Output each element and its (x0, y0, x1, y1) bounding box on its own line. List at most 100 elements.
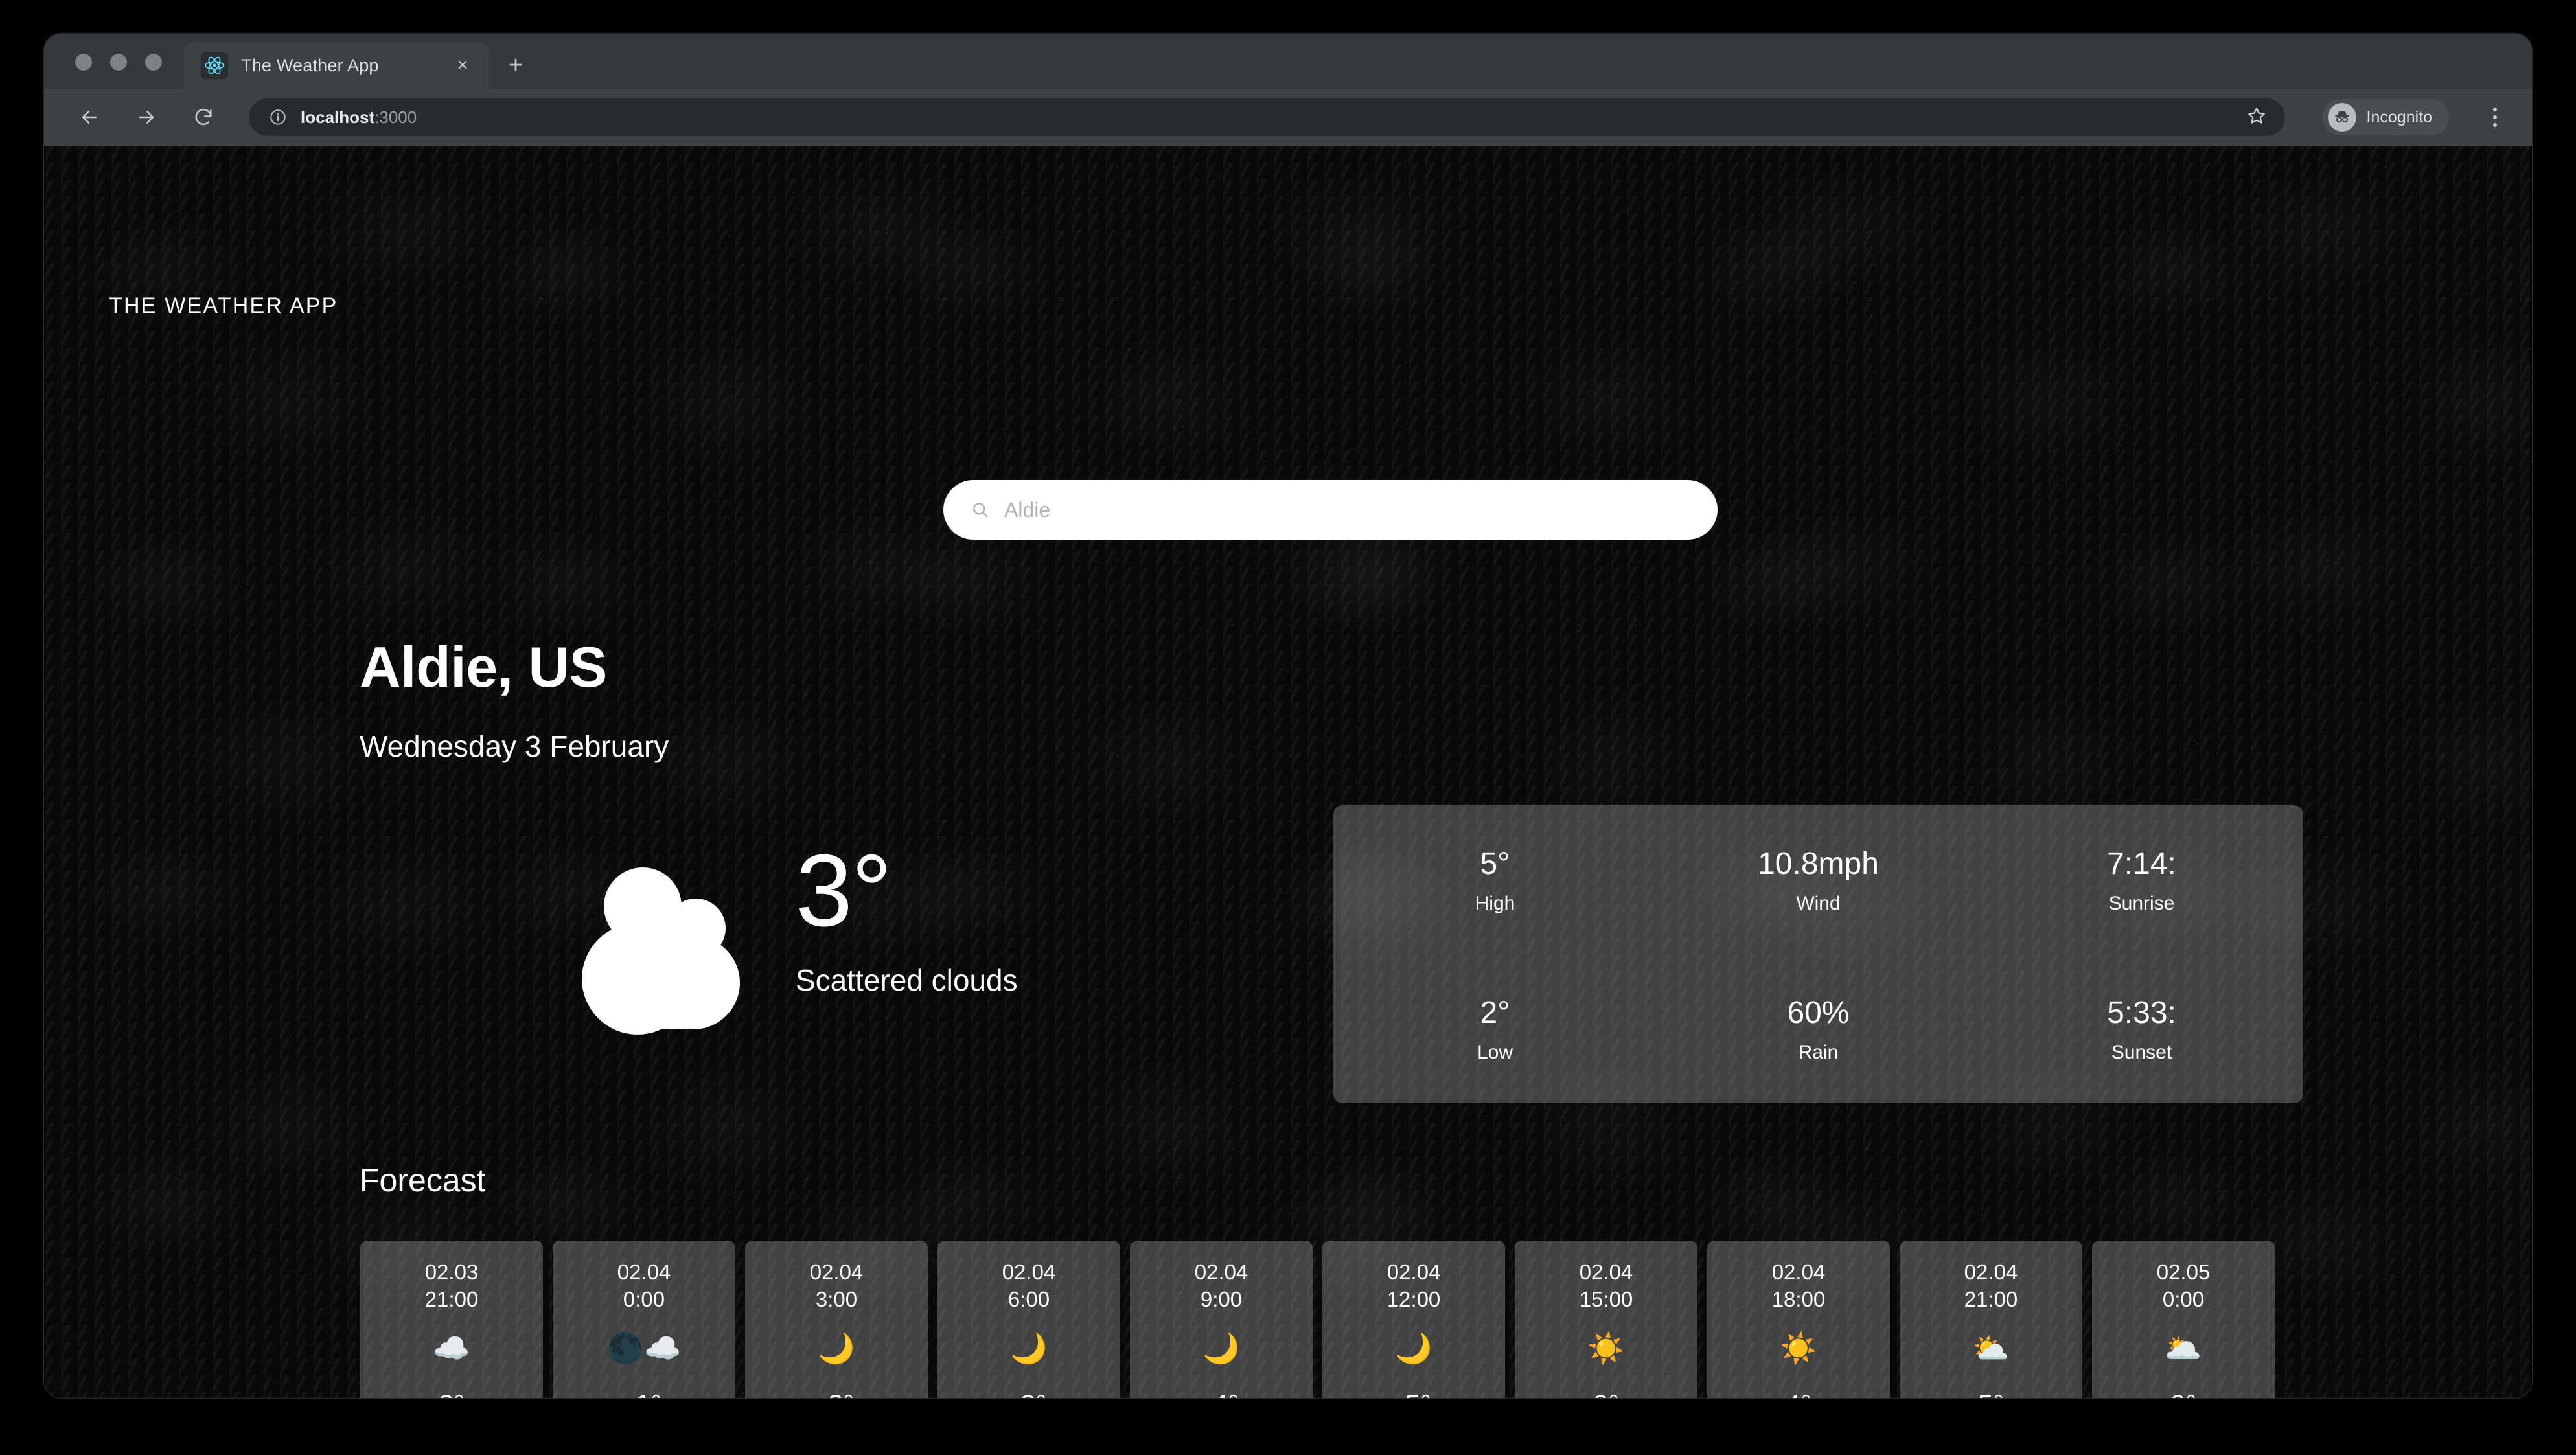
browser-tab[interactable]: The Weather App × (184, 42, 489, 89)
incognito-icon (2327, 103, 2356, 132)
reload-icon[interactable] (187, 100, 220, 134)
react-logo-icon (201, 52, 228, 79)
stat-high: 5° High (1333, 845, 1657, 915)
forecast-card[interactable]: 02.04 15:00 ☀️ 0° (1515, 1241, 1697, 1398)
stat-label: High (1475, 893, 1515, 914)
stat-wind: 10.8mph Wind (1657, 845, 1980, 915)
minimize-window-button[interactable] (110, 54, 127, 71)
forecast-temperature: 5° (1978, 1389, 2004, 1398)
forecast-time: 0:00 (623, 1287, 665, 1312)
search-input[interactable] (1004, 498, 1690, 522)
cloud-icon (575, 865, 757, 1040)
forecast-temperature: 0° (1593, 1389, 1619, 1398)
forward-arrow-icon[interactable] (130, 100, 163, 134)
url-host: localhost (301, 107, 375, 127)
stat-value: 2° (1480, 996, 1510, 1030)
crescent-moon-emoji-icon: 🌙 (818, 1331, 855, 1366)
search-icon (971, 500, 990, 520)
forecast-temperature: -4° (1204, 1389, 1239, 1398)
forecast-date: 02.03 (424, 1260, 479, 1284)
window-traffic-lights (44, 54, 184, 89)
forecast-date: 02.04 (1194, 1260, 1248, 1284)
search-container (943, 480, 1718, 540)
search-box[interactable] (943, 480, 1718, 540)
current-description: Scattered clouds (796, 963, 1018, 998)
star-icon[interactable] (2246, 106, 2267, 130)
forecast-card[interactable]: 02.04 0:00 🌑☁️ -1° (553, 1241, 735, 1398)
forecast-card[interactable]: 02.05 0:00 🌥️ 0° (2092, 1241, 2275, 1398)
forecast-time: 6:00 (1007, 1287, 1050, 1312)
forecast-date: 02.04 (809, 1260, 864, 1284)
forecast-time: 0:00 (2162, 1287, 2205, 1312)
forecast-card[interactable]: 02.04 18:00 ☀️ 4° (1707, 1241, 1890, 1398)
stat-value: 5° (1480, 847, 1510, 881)
stat-value: 7:14: (2107, 847, 2176, 881)
forecast-card[interactable]: 02.04 12:00 🌙 -5° (1322, 1241, 1505, 1398)
address-bar[interactable]: localhost:3000 (249, 98, 2285, 136)
stat-value: 5:33: (2107, 996, 2176, 1030)
forecast-date: 02.04 (617, 1260, 671, 1284)
stat-label: Sunset (2111, 1042, 2172, 1063)
maximize-window-button[interactable] (145, 54, 162, 71)
location-name: Aldie, US (360, 635, 607, 699)
forecast-time: 18:00 (1771, 1287, 1826, 1312)
forecast-date: 02.04 (1964, 1260, 2018, 1284)
forecast-temperature: 4° (1786, 1389, 1811, 1398)
forecast-temperature: -1° (627, 1389, 661, 1398)
forecast-time: 12:00 (1386, 1287, 1441, 1312)
tab-title: The Weather App (241, 55, 379, 75)
weather-stats-panel: 5° High 10.8mph Wind 7:14: Sunrise 2° Lo… (1333, 805, 2303, 1103)
forecast-date: 02.04 (1002, 1260, 1056, 1284)
back-arrow-icon[interactable] (73, 100, 106, 134)
url-text: localhost:3000 (301, 108, 417, 128)
browser-toolbar: localhost:3000 Incognito (44, 89, 2532, 146)
current-temperature: 3° (796, 834, 892, 948)
browser-window: The Weather App × + localhost:3000 Incog… (44, 34, 2532, 1398)
stat-label: Low (1477, 1042, 1513, 1063)
kebab-dot (2493, 123, 2497, 127)
forecast-temperature: 0° (2170, 1389, 2196, 1398)
forecast-card[interactable]: 02.04 21:00 ⛅ 5° (1900, 1241, 2082, 1398)
current-readout: 3° Scattered clouds (796, 834, 1018, 998)
tab-strip: The Weather App × + (44, 34, 2532, 89)
forecast-temperature: -2° (819, 1389, 854, 1398)
forecast-time: 21:00 (1964, 1287, 2018, 1312)
forecast-date: 02.04 (1579, 1260, 1633, 1284)
url-port: :3000 (374, 107, 417, 127)
crescent-moon-emoji-icon: 🌙 (1395, 1331, 1432, 1366)
forecast-row: 02.03 21:00 ☁️ 2° 02.04 0:00 🌑☁️ -1° 02.… (360, 1241, 2275, 1398)
forecast-time: 9:00 (1200, 1287, 1243, 1312)
forecast-temperature: -3° (1011, 1389, 1046, 1398)
cloud-with-moon-emoji-icon: 🌑☁️ (606, 1331, 682, 1366)
stat-sunrise: 7:14: Sunrise (1980, 845, 2303, 915)
forecast-card[interactable]: 02.04 3:00 🌙 -2° (745, 1241, 928, 1398)
stat-label: Sunrise (2108, 893, 2175, 914)
stat-value: 10.8mph (1758, 847, 1879, 881)
stat-sunset: 5:33: Sunset (1980, 994, 2303, 1064)
stat-label: Wind (1796, 893, 1841, 914)
forecast-card[interactable]: 02.04 9:00 🌙 -4° (1130, 1241, 1313, 1398)
forecast-card[interactable]: 02.03 21:00 ☁️ 2° (360, 1241, 543, 1398)
profile-incognito-button[interactable]: Incognito (2322, 99, 2449, 135)
profile-label: Incognito (2366, 108, 2432, 126)
forecast-date: 02.04 (1386, 1260, 1441, 1284)
cloud-emoji-icon: ☁️ (433, 1331, 470, 1366)
forecast-date: 02.04 (1771, 1260, 1826, 1284)
forecast-time: 21:00 (424, 1287, 479, 1312)
crescent-moon-emoji-icon: 🌙 (1202, 1331, 1240, 1366)
forecast-heading: Forecast (360, 1162, 486, 1198)
forecast-temperature: 2° (439, 1389, 465, 1398)
kebab-menu-icon[interactable] (2478, 100, 2513, 135)
cloud-behind-cloud-emoji-icon: 🌥️ (2165, 1331, 2202, 1366)
new-tab-button[interactable]: + (495, 42, 536, 89)
site-info-icon[interactable] (268, 108, 288, 127)
current-conditions: 3° Scattered clouds (575, 834, 1018, 1040)
forecast-card[interactable]: 02.04 6:00 🌙 -3° (937, 1241, 1120, 1398)
close-window-button[interactable] (75, 54, 92, 71)
forecast-time: 15:00 (1579, 1287, 1633, 1312)
stat-label: Rain (1798, 1042, 1839, 1063)
crescent-moon-emoji-icon: 🌙 (1010, 1331, 1048, 1366)
forecast-date: 02.05 (2156, 1260, 2211, 1284)
current-date: Wednesday 3 February (360, 729, 669, 763)
close-tab-button[interactable]: × (448, 51, 477, 80)
